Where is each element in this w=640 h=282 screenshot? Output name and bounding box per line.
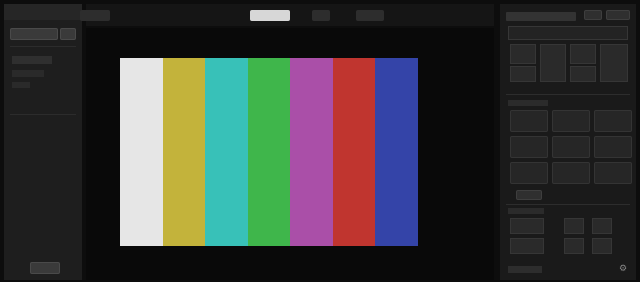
section-title [508, 208, 544, 214]
preset-tile[interactable] [594, 162, 632, 184]
color-bar-3 [205, 58, 248, 246]
position-control[interactable] [570, 66, 596, 82]
control-box[interactable] [564, 218, 584, 234]
position-pad[interactable] [540, 44, 566, 82]
position-control[interactable] [600, 44, 628, 82]
control-box[interactable] [510, 238, 544, 254]
control-box[interactable] [592, 218, 612, 234]
preset-tile[interactable] [594, 110, 632, 132]
preset-tile[interactable] [510, 162, 548, 184]
footer-label [508, 266, 542, 273]
control-header [508, 26, 628, 40]
panel-button[interactable] [606, 10, 630, 20]
tab-active[interactable] [250, 10, 290, 21]
section-title [508, 100, 548, 106]
option-label [12, 56, 52, 64]
color-bars-test-pattern [120, 58, 419, 246]
left-panel [4, 4, 82, 280]
divider [10, 114, 76, 115]
position-control[interactable] [510, 44, 536, 64]
left-panel-header [4, 4, 82, 20]
preset-tile[interactable] [552, 162, 590, 184]
panel-title [506, 12, 576, 21]
position-control[interactable] [570, 44, 596, 64]
panel-button[interactable] [516, 190, 542, 200]
preset-tile[interactable] [510, 136, 548, 158]
control-box[interactable] [510, 218, 544, 234]
color-bar-4 [247, 58, 291, 246]
preset-tile[interactable] [552, 110, 590, 132]
preset-tile[interactable] [552, 136, 590, 158]
preset-tile[interactable] [510, 110, 548, 132]
color-bar-2 [162, 58, 206, 246]
divider [10, 46, 76, 47]
viewer-toolbar [80, 4, 494, 26]
source-button[interactable] [10, 28, 58, 40]
panel-button[interactable] [584, 10, 602, 20]
settings-icon[interactable]: ⚙ [618, 264, 628, 274]
color-bar-1 [120, 58, 163, 246]
option-label [12, 70, 44, 77]
tab-left[interactable] [80, 10, 110, 21]
right-panel: ⚙ [500, 4, 636, 280]
control-box[interactable] [592, 238, 612, 254]
position-control[interactable] [510, 66, 536, 82]
control-box[interactable] [564, 238, 584, 254]
bottom-button[interactable] [30, 262, 60, 274]
source-menu-button[interactable] [60, 28, 76, 40]
divider [506, 204, 630, 205]
color-bar-7 [375, 58, 419, 246]
option-label [12, 82, 30, 88]
tab-right[interactable] [356, 10, 384, 21]
divider [506, 94, 630, 95]
color-bar-6 [332, 58, 376, 246]
video-viewer[interactable] [86, 28, 494, 280]
color-bar-5 [290, 58, 333, 246]
preset-tile[interactable] [594, 136, 632, 158]
tab-middle[interactable] [312, 10, 330, 21]
